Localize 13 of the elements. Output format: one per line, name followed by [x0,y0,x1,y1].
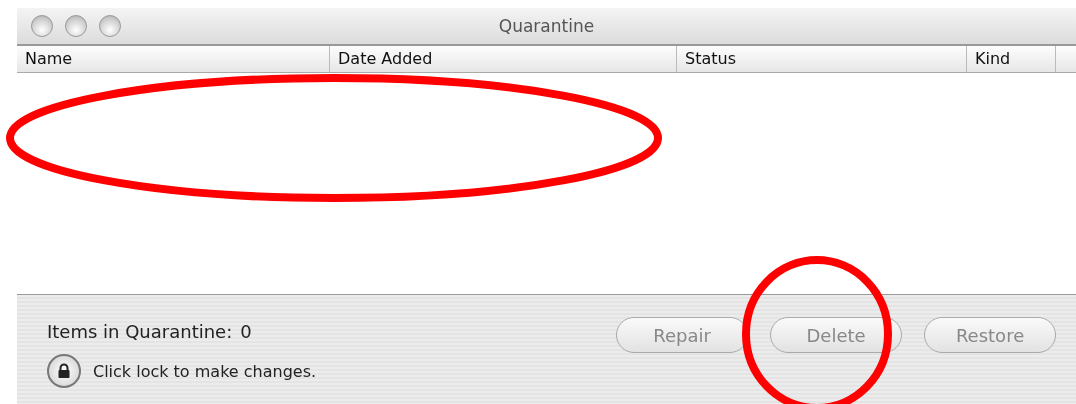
lock-button[interactable] [47,354,81,388]
column-header[interactable]: Status [677,46,967,72]
column-header[interactable]: Date Added [330,46,677,72]
window-control-button[interactable] [31,15,53,37]
column-header[interactable]: Kind [967,46,1056,72]
window-title: Quarantine [498,16,595,36]
lock-icon [57,363,71,379]
column-header[interactable]: Name [17,46,330,72]
count-label: Items in Quarantine: [47,321,233,342]
lock-hint: Click lock to make changes. [93,361,317,381]
window-control-button[interactable] [99,15,121,37]
count-value: 0 [240,321,252,342]
window-control-button[interactable] [65,15,87,37]
